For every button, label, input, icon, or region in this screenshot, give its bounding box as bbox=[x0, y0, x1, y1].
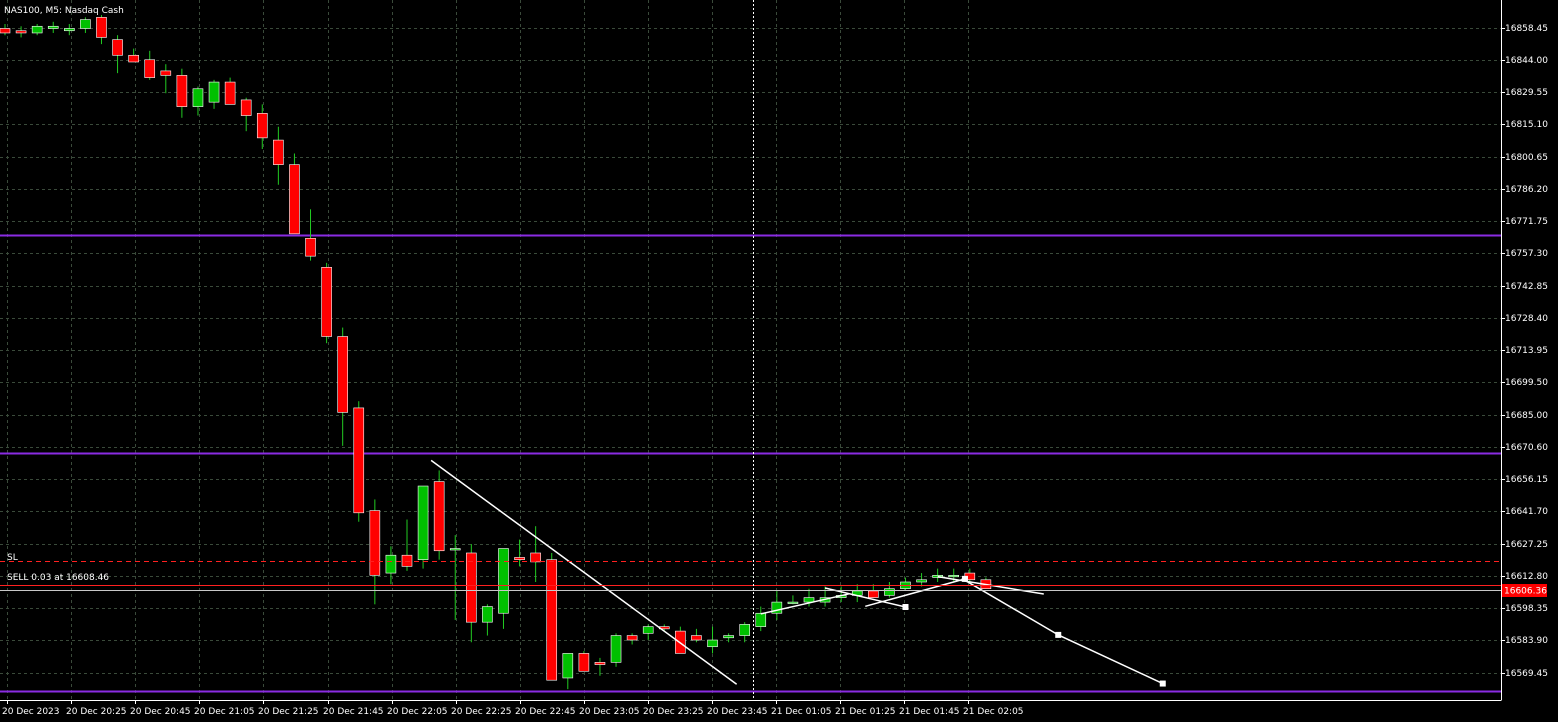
price-tick-label: 16670.60 bbox=[1505, 443, 1548, 453]
bear-candle bbox=[321, 267, 332, 337]
bear-candle bbox=[96, 17, 107, 38]
bear-candle bbox=[289, 164, 300, 235]
price-tick-label: 16815.10 bbox=[1505, 120, 1548, 130]
bear-candle bbox=[868, 590, 879, 598]
bull-candle bbox=[916, 579, 927, 583]
bull-candle bbox=[31, 25, 43, 34]
bear-candle bbox=[15, 30, 27, 34]
bear-candle bbox=[546, 559, 558, 681]
price-axis[interactable]: 16858.45 16844.00 16829.55 16815.10 16800.65… bbox=[1501, 24, 1548, 679]
bull-candle bbox=[482, 606, 493, 623]
bull-candle bbox=[64, 28, 75, 32]
bid-price-label: 16606.36 bbox=[1504, 587, 1547, 597]
bull-candle bbox=[755, 612, 767, 627]
bull-candle bbox=[723, 635, 734, 639]
trendline-anchor bbox=[902, 603, 909, 610]
bear-candle bbox=[353, 407, 365, 514]
time-tick-label: 20 Dec 20:25 bbox=[66, 707, 127, 717]
time-tick-label: 20 Dec 2023 bbox=[2, 707, 60, 717]
bear-candle bbox=[112, 39, 123, 56]
bear-candle bbox=[224, 81, 236, 105]
time-tick-label: 20 Dec 22:25 bbox=[451, 707, 512, 717]
price-tick-label: 16728.40 bbox=[1505, 314, 1548, 324]
bear-candle bbox=[144, 59, 156, 78]
trendline-anchor bbox=[1159, 680, 1166, 687]
price-tick-label: 16858.45 bbox=[1505, 24, 1548, 34]
time-tick-label: 21 Dec 01:05 bbox=[771, 707, 832, 717]
price-tick-label: 16829.55 bbox=[1505, 88, 1548, 98]
price-tick-label: 16641.70 bbox=[1505, 507, 1548, 517]
price-tick-label: 16699.50 bbox=[1505, 378, 1548, 388]
bear-candle bbox=[0, 28, 11, 34]
time-tick-label: 20 Dec 23:05 bbox=[579, 707, 640, 717]
bull-candle bbox=[739, 624, 750, 636]
bear-candle bbox=[240, 99, 252, 116]
price-tick-label: 16627.25 bbox=[1505, 540, 1548, 550]
time-tick-label: 21 Dec 01:25 bbox=[835, 707, 896, 717]
time-tick-label: 21 Dec 02:05 bbox=[963, 707, 1024, 717]
bear-candle bbox=[466, 552, 477, 623]
bull-candle bbox=[787, 601, 799, 604]
bull-candle bbox=[948, 575, 960, 578]
bull-candle bbox=[192, 88, 204, 107]
price-tick-label: 16786.20 bbox=[1505, 185, 1548, 195]
time-tick-label: 20 Dec 21:25 bbox=[258, 707, 319, 717]
bear-candle bbox=[626, 635, 638, 641]
bid-price-tag: 16606.36 bbox=[1502, 584, 1547, 597]
bull-candle bbox=[47, 25, 59, 29]
price-tick-label: 16713.95 bbox=[1505, 346, 1548, 356]
price-tick-label: 16656.15 bbox=[1505, 475, 1548, 485]
bear-candle bbox=[160, 70, 172, 76]
entry-label: SELL 0.03 at 16608.46 bbox=[7, 573, 109, 583]
price-tick-label: 16844.00 bbox=[1505, 56, 1548, 66]
bear-candle bbox=[691, 635, 702, 641]
bull-candle bbox=[449, 548, 461, 551]
bull-candle bbox=[884, 588, 895, 596]
price-tick-label: 16800.65 bbox=[1505, 153, 1548, 163]
price-tick-label: 16757.30 bbox=[1505, 249, 1548, 259]
bear-candle bbox=[401, 554, 413, 567]
bull-candle bbox=[417, 485, 429, 560]
time-tick-label: 20 Dec 23:25 bbox=[643, 707, 704, 717]
bull-candle bbox=[642, 626, 654, 634]
bull-candle bbox=[498, 548, 509, 614]
bear-candle bbox=[530, 552, 541, 563]
bear-candle bbox=[256, 113, 268, 139]
bear-candle bbox=[433, 481, 445, 552]
time-tick-label: 20 Dec 23:45 bbox=[707, 707, 768, 717]
price-chart[interactable]: 16858.45 16844.00 16829.55 16815.10 16800.65… bbox=[0, 0, 1558, 722]
chart-background bbox=[0, 0, 1558, 722]
price-tick-label: 16569.45 bbox=[1505, 669, 1548, 679]
bear-candle bbox=[305, 237, 316, 257]
time-tick-label: 21 Dec 01:45 bbox=[899, 707, 960, 717]
bear-candle bbox=[273, 139, 284, 165]
price-tick-label: 16771.75 bbox=[1505, 217, 1548, 227]
bear-candle bbox=[128, 54, 139, 63]
time-tick-label: 20 Dec 21:05 bbox=[194, 707, 255, 717]
time-tick-label: 20 Dec 22:05 bbox=[387, 707, 448, 717]
bull-candle bbox=[385, 554, 397, 574]
bear-candle bbox=[594, 662, 606, 665]
chart-title: NAS100, M5: Nasdaq Cash bbox=[4, 6, 124, 16]
bull-candle bbox=[208, 81, 220, 103]
time-tick-label: 20 Dec 22:45 bbox=[515, 707, 576, 717]
bull-candle bbox=[80, 19, 91, 29]
bear-candle bbox=[176, 75, 188, 107]
time-tick-label: 20 Dec 21:45 bbox=[323, 707, 384, 717]
bull-candle bbox=[707, 639, 718, 648]
time-tick-label: 20 Dec 20:45 bbox=[130, 707, 191, 717]
sl-label: SL bbox=[7, 553, 18, 563]
bull-candle bbox=[610, 635, 622, 663]
bear-candle bbox=[369, 510, 381, 576]
bear-candle bbox=[514, 557, 525, 560]
price-tick-label: 16685.00 bbox=[1505, 411, 1548, 421]
price-tick-label: 16742.85 bbox=[1505, 282, 1548, 292]
price-tick-label: 16598.35 bbox=[1505, 604, 1548, 614]
bear-candle bbox=[578, 653, 590, 672]
price-tick-label: 16583.90 bbox=[1505, 636, 1548, 646]
bear-candle bbox=[337, 336, 348, 413]
price-tick-label: 16612.80 bbox=[1505, 572, 1548, 582]
bull-candle bbox=[562, 653, 574, 679]
